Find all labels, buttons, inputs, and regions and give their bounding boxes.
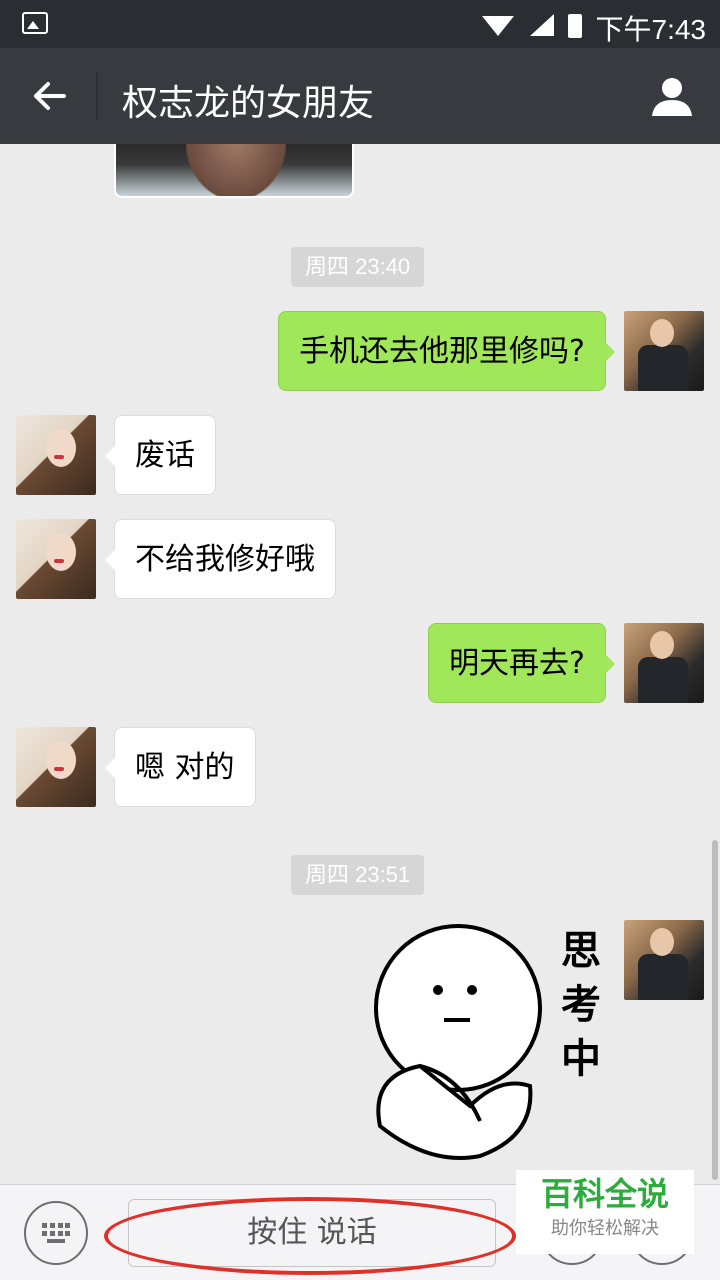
my-avatar[interactable] (624, 623, 704, 703)
my-avatar[interactable] (624, 311, 704, 391)
watermark-subtitle: 助你轻松解决 (551, 1218, 659, 1239)
status-bar: 下午7:43 (0, 0, 720, 48)
status-time: 下午7:43 (595, 14, 707, 45)
contact-avatar[interactable] (16, 727, 96, 807)
my-avatar[interactable] (624, 920, 704, 1000)
image-notification-icon (22, 12, 48, 34)
signal-icons (482, 14, 582, 38)
watermark-title: 百科全说 (540, 1175, 669, 1213)
timestamp-pill: 周四 23:40 (291, 247, 425, 287)
message-bubble-received[interactable]: 废话 (105, 415, 216, 495)
keyboard-icon (42, 1223, 70, 1243)
contact-avatar[interactable] (16, 415, 96, 495)
chat-area[interactable]: 周四 23:40 手机还去他那里修吗? 废话 不给我修好哦 明天再去? 嗯 对的… (0, 144, 720, 1184)
message-bubble-received[interactable]: 不给我修好哦 (105, 519, 336, 599)
title-divider (96, 72, 98, 120)
image-message[interactable] (114, 144, 354, 198)
message-bubble-sent[interactable]: 手机还去他那里修吗? (278, 311, 615, 391)
watermark-logo: 百科全说 助你轻松解决 (516, 1170, 694, 1254)
sticker-caption: 思考中 (561, 928, 601, 1082)
timestamp-pill: 周四 23:51 (291, 855, 425, 895)
keyboard-toggle-button[interactable] (24, 1201, 88, 1265)
chat-title: 权志龙的女朋友 (122, 83, 375, 124)
scrollbar[interactable] (712, 840, 718, 1180)
message-bubble-sent[interactable]: 明天再去? (428, 623, 615, 703)
back-arrow-icon[interactable] (28, 74, 72, 118)
message-bubble-received[interactable]: 嗯 对的 (105, 727, 256, 807)
highlight-annotation (104, 1197, 516, 1275)
title-bar: 权志龙的女朋友 (0, 48, 720, 144)
profile-icon[interactable] (650, 74, 694, 118)
contact-avatar[interactable] (16, 519, 96, 599)
